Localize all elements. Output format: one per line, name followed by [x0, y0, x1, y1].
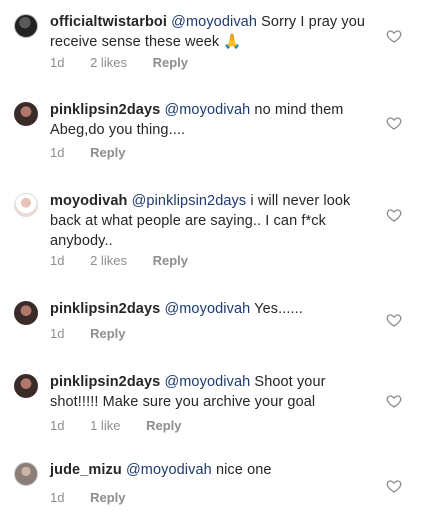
pray-emoji-icon: 🙏 [223, 34, 242, 50]
reply-button[interactable]: Reply [90, 145, 125, 160]
reply-button[interactable]: Reply [153, 55, 188, 70]
avatar[interactable] [14, 462, 38, 486]
avatar[interactable] [14, 301, 38, 325]
reply-button[interactable]: Reply [146, 418, 181, 433]
comment-body: moyodivah @pinklipsin2days i will never … [50, 191, 370, 251]
comment-body: officialtwistarboi @moyodivah Sorry I pr… [50, 12, 370, 52]
comment-meta: 1d Reply [50, 326, 148, 341]
comment-time: 1d [50, 253, 65, 268]
comment-body: pinklipsin2days @moyodivah Shoot your sh… [50, 372, 370, 412]
comment-mention[interactable]: @moyodivah [164, 102, 250, 118]
comment-time: 1d [50, 326, 65, 341]
comment-mention[interactable]: @pinklipsin2days [132, 193, 247, 209]
avatar[interactable] [14, 193, 38, 217]
comment-meta: 1d 2 likes Reply [50, 253, 210, 268]
comment-username[interactable]: pinklipsin2days [50, 374, 160, 390]
heart-outline-icon[interactable] [386, 207, 402, 223]
reply-button[interactable]: Reply [153, 253, 188, 268]
comment-likes[interactable]: 2 likes [90, 55, 127, 70]
comment-username[interactable]: officialtwistarboi [50, 14, 167, 30]
comment-text: nice one [215, 462, 272, 478]
avatar[interactable] [14, 374, 38, 398]
comment-mention[interactable]: @moyodivah [126, 462, 212, 478]
heart-outline-icon[interactable] [386, 115, 402, 131]
heart-outline-icon[interactable] [386, 478, 402, 494]
heart-outline-icon[interactable] [386, 312, 402, 328]
comment-body: pinklipsin2days @moyodivah no mind them … [50, 100, 370, 140]
comment-username[interactable]: moyodivah [50, 193, 127, 209]
comment-mention[interactable]: @moyodivah [171, 14, 257, 30]
comment-time: 1d [50, 145, 65, 160]
comment-username[interactable]: pinklipsin2days [50, 301, 160, 317]
comment-body: jude_mizu @moyodivah nice one [50, 460, 370, 480]
comment-meta: 1d Reply [50, 145, 148, 160]
comment-time: 1d [50, 490, 65, 505]
avatar[interactable] [14, 14, 38, 38]
comment-meta: 1d Reply [50, 490, 148, 505]
comment-time: 1d [50, 418, 65, 433]
comment-time: 1d [50, 55, 65, 70]
comment-likes[interactable]: 1 like [90, 418, 120, 433]
comment-username[interactable]: pinklipsin2days [50, 102, 160, 118]
comment-text: Yes...... [254, 301, 303, 317]
comment-likes[interactable]: 2 likes [90, 253, 127, 268]
heart-outline-icon[interactable] [386, 28, 402, 44]
avatar[interactable] [14, 102, 38, 126]
comment-meta: 1d 1 like Reply [50, 418, 203, 433]
comment-meta: 1d 2 likes Reply [50, 55, 210, 70]
comment-mention[interactable]: @moyodivah [164, 374, 250, 390]
comment-body: pinklipsin2days @moyodivah Yes...... [50, 299, 370, 319]
heart-outline-icon[interactable] [386, 393, 402, 409]
comment-mention[interactable]: @moyodivah [164, 301, 250, 317]
reply-button[interactable]: Reply [90, 490, 125, 505]
comment-username[interactable]: jude_mizu [50, 462, 122, 478]
reply-button[interactable]: Reply [90, 326, 125, 341]
